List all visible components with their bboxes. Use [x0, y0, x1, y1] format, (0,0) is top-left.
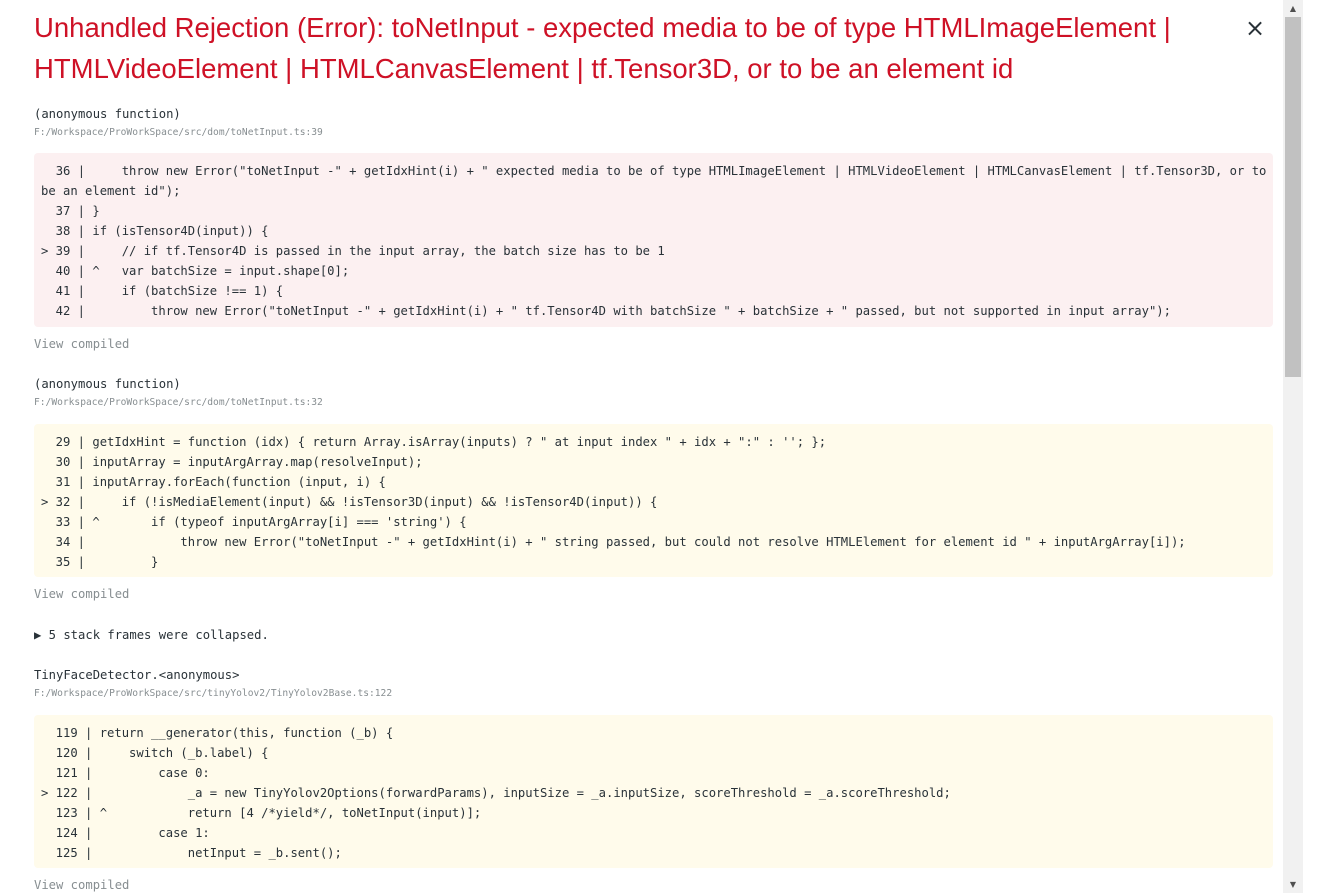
view-compiled-link[interactable]: View compiled	[34, 877, 129, 893]
scroll-down-icon[interactable]: ▼	[1283, 876, 1303, 893]
frame-function-name: (anonymous function)	[34, 107, 181, 121]
code-line: 37 | }	[41, 204, 100, 218]
code-line: 29 | getIdxHint = function (idx) { retur…	[41, 435, 827, 449]
scroll-up-icon[interactable]: ▲	[1283, 0, 1303, 17]
code-line: 125 | netInput = _b.sent();	[41, 846, 342, 860]
view-compiled-link[interactable]: View compiled	[34, 586, 129, 602]
code-line: 121 | case 0:	[41, 766, 210, 780]
code-line-highlighted: > 39 | // if tf.Tensor4D is passed in th…	[41, 244, 665, 258]
code-line: 42 | throw new Error("toNetInput -" + ge…	[41, 304, 1171, 318]
close-icon[interactable]: ×	[1244, 14, 1266, 42]
code-line-highlighted: > 32 | if (!isMediaElement(input) && !is…	[41, 495, 658, 509]
frame-function-name: (anonymous function)	[34, 377, 181, 391]
error-overlay: Unhandled Rejection (Error): toNetInput …	[0, 0, 1283, 893]
code-line: 34 | throw new Error("toNetInput -" + ge…	[41, 535, 1186, 549]
code-line: 31 | inputArray.forEach(function (input,…	[41, 475, 386, 489]
code-line: 33 | ^ if (typeof inputArgArray[i] === '…	[41, 515, 467, 529]
scrollbar-thumb[interactable]	[1285, 17, 1301, 377]
code-line: 40 | ^ var batchSize = input.shape[0];	[41, 264, 350, 278]
code-line: 35 | }	[41, 555, 159, 569]
code-snippet: 29 | getIdxHint = function (idx) { retur…	[34, 424, 1273, 577]
code-line: 36 | throw new Error("toNetInput -" + ge…	[41, 164, 1274, 198]
code-line: 119 | return __generator(this, function …	[41, 726, 394, 740]
frame-file-path[interactable]: F:/Workspace/ProWorkSpace/src/dom/toNetI…	[34, 396, 323, 410]
code-line: 38 | if (isTensor4D(input)) {	[41, 224, 269, 238]
vertical-scrollbar[interactable]: ▲ ▼	[1283, 0, 1303, 893]
code-line-highlighted: > 122 | _a = new TinyYolov2Options(forwa…	[41, 786, 951, 800]
code-line: 41 | if (batchSize !== 1) {	[41, 284, 284, 298]
frame-file-path[interactable]: F:/Workspace/ProWorkSpace/src/tinyYolov2…	[34, 687, 392, 701]
window-edge	[1303, 0, 1329, 893]
code-line: 123 | ^ return [4 /*yield*/, toNetInput(…	[41, 806, 482, 820]
view-compiled-link[interactable]: View compiled	[34, 336, 129, 352]
frame-file-path[interactable]: F:/Workspace/ProWorkSpace/src/dom/toNetI…	[34, 126, 323, 140]
code-snippet: 36 | throw new Error("toNetInput -" + ge…	[34, 153, 1273, 327]
error-title: Unhandled Rejection (Error): toNetInput …	[34, 12, 1171, 84]
code-line: 120 | switch (_b.label) {	[41, 746, 269, 760]
code-snippet: 119 | return __generator(this, function …	[34, 715, 1273, 868]
frame-function-name: TinyFaceDetector.<anonymous>	[34, 668, 240, 682]
collapsed-frames-toggle[interactable]: ▶ 5 stack frames were collapsed.	[34, 627, 269, 643]
code-line: 124 | case 1:	[41, 826, 210, 840]
code-line: 30 | inputArray = inputArgArray.map(reso…	[41, 455, 423, 469]
